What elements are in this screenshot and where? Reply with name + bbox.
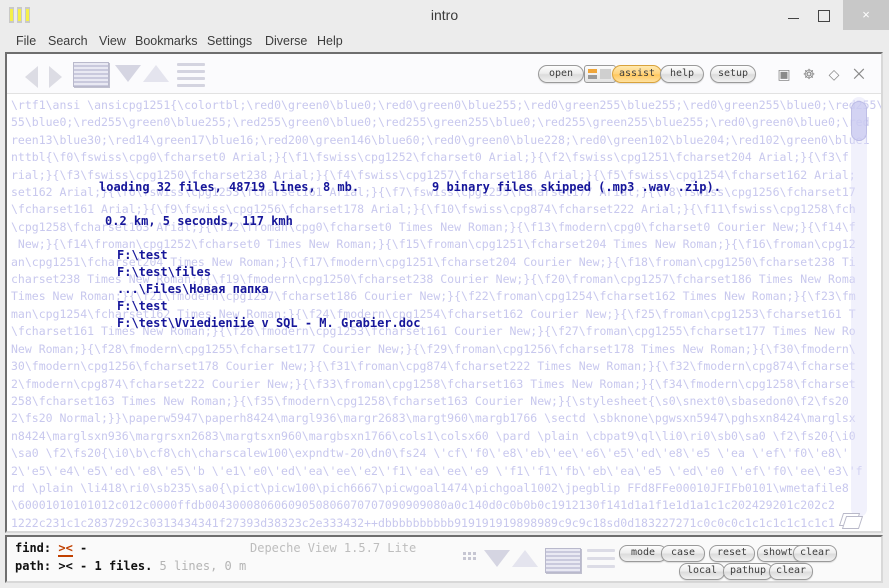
menu-item-settings[interactable]: Settings: [201, 30, 258, 52]
path-field[interactable]: path: >< - 1 files. 5 lines, 0 m: [15, 559, 246, 573]
gear-icon[interactable]: ☸: [800, 65, 818, 83]
find-cursor: ><: [58, 541, 73, 557]
maximize-icon: [818, 9, 830, 22]
triangle-up-icon[interactable]: [143, 65, 169, 82]
window-title: intro: [430, 7, 459, 23]
list-lines-icon[interactable]: [587, 549, 615, 571]
menu-item-file[interactable]: File: [10, 30, 42, 52]
find-label: find:: [15, 541, 52, 555]
path-value: - 1 files.: [80, 559, 153, 573]
nav-back-icon[interactable]: [25, 66, 38, 88]
main-panel: open assist help setup ▣ ☸ ◇ ⨉ \rtf1\ansi \ans…: [5, 52, 883, 533]
dots-grid-icon[interactable]: [462, 551, 478, 567]
toolbar-button-setup[interactable]: setup: [710, 65, 756, 83]
status-bar: find: >< - path: >< - 1 files. 5 lines, …: [5, 535, 883, 583]
status-button-reset[interactable]: reset: [709, 545, 755, 562]
bowtie-icon[interactable]: ⨉: [850, 65, 868, 83]
path-stats: 5 lines, 0 m: [159, 559, 247, 573]
message-line: ...\Files\Новая папка: [117, 282, 269, 296]
status-button-local[interactable]: local: [679, 563, 725, 580]
triangle-down-icon[interactable]: [115, 65, 141, 82]
menu-bar: File Search View Bookmarks Settings Diverse He…: [0, 30, 889, 52]
striped-block-icon[interactable]: [545, 548, 581, 573]
frame-icon[interactable]: ▣: [775, 65, 793, 83]
message-line: loading 32 files, 48719 lines, 8 mb.: [99, 180, 360, 194]
title-bar: intro ×: [0, 0, 889, 30]
triangle-down-icon[interactable]: [484, 550, 510, 567]
menu-item-bookmarks[interactable]: Bookmarks: [129, 30, 204, 52]
menu-item-help[interactable]: Help: [311, 30, 349, 52]
toolbar-button-open[interactable]: open: [538, 65, 584, 83]
scrollbar-handle[interactable]: [851, 101, 867, 141]
menu-item-search[interactable]: Search: [42, 30, 94, 52]
close-button[interactable]: ×: [843, 0, 889, 30]
status-button-clear[interactable]: clear: [769, 563, 813, 580]
toolbar-button-assist[interactable]: assist: [612, 65, 662, 83]
maximize-button[interactable]: [805, 0, 843, 30]
toolbar-button-help[interactable]: help: [660, 65, 704, 83]
resize-corner-icon[interactable]: [838, 513, 864, 529]
diamond-icon[interactable]: ◇: [825, 65, 843, 83]
message-line: F:\test: [117, 299, 168, 313]
find-field[interactable]: find: >< -: [15, 541, 88, 557]
message-line: F:\test\files: [117, 265, 211, 279]
striped-block-icon[interactable]: [73, 62, 109, 87]
menu-item-view[interactable]: View: [93, 30, 132, 52]
status-button-pathup[interactable]: pathup: [723, 563, 773, 580]
triangle-up-icon[interactable]: [512, 550, 538, 567]
nav-forward-icon[interactable]: [49, 66, 62, 88]
message-line: F:\test: [117, 248, 168, 262]
product-name: Depeche View 1.5.7 Lite: [250, 541, 417, 555]
message-line: F:\test\Vviedieniie v SQL - M. Grabier.d…: [117, 316, 421, 330]
menu-item-diverse[interactable]: Diverse: [259, 30, 313, 52]
text-viewport[interactable]: \rtf1\ansi \ansicpg1251{\colortbl;\red0\…: [7, 95, 881, 531]
status-button-case[interactable]: case: [661, 545, 705, 562]
find-value: -: [80, 541, 88, 555]
path-cursor: ><: [58, 559, 73, 573]
vertical-scrollbar[interactable]: [851, 97, 867, 517]
path-label: path:: [15, 559, 52, 573]
message-line: 0.2 km, 5 seconds, 117 kmh: [105, 214, 293, 228]
minimize-icon: [787, 18, 799, 20]
status-button-clear[interactable]: clear: [793, 545, 837, 562]
toolbar: open assist help setup ▣ ☸ ◇ ⨉: [7, 54, 881, 94]
application-window: intro × File Search View Bookmarks Settings D…: [0, 0, 889, 588]
message-line: 9 binary files skipped (.mp3 .wav .zip).: [432, 180, 721, 194]
list-lines-icon[interactable]: [177, 63, 205, 87]
status-button-mode[interactable]: mode: [619, 545, 667, 562]
